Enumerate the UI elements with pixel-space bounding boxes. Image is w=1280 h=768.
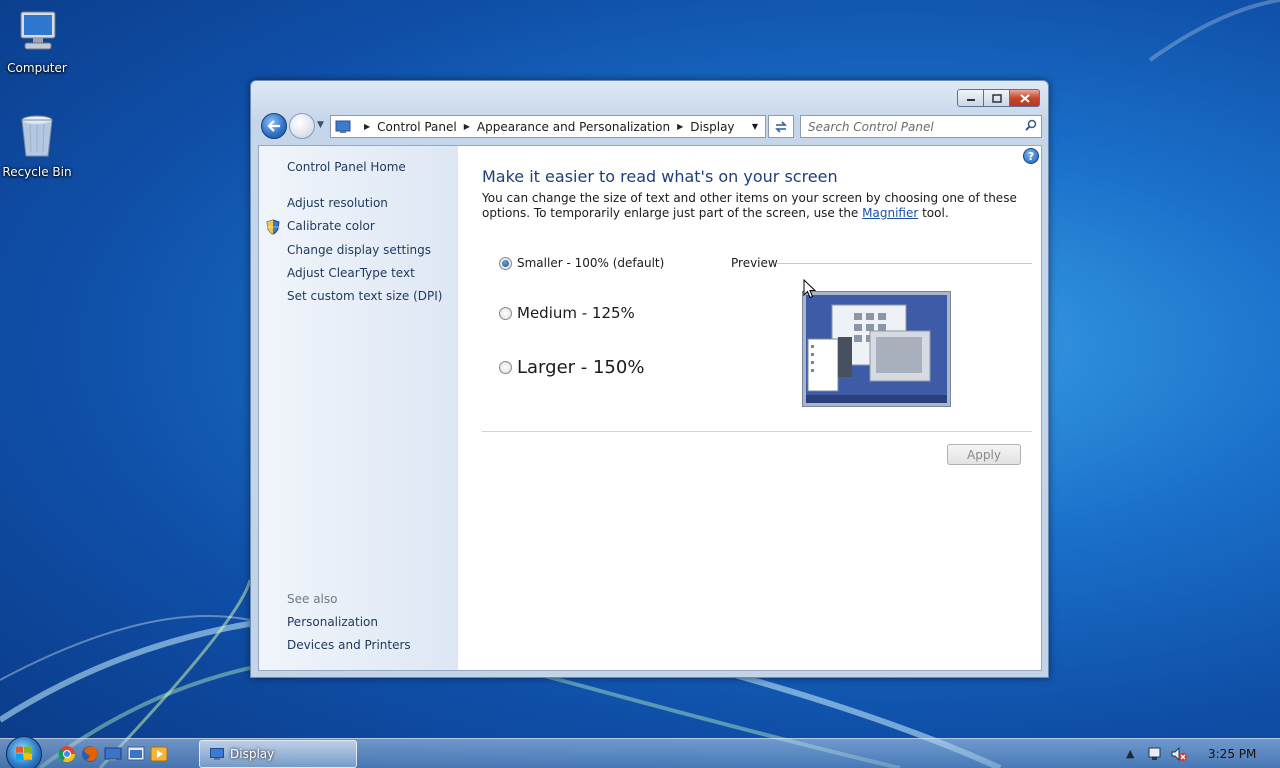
calibrate-color-link[interactable]: Calibrate color <box>287 219 375 233</box>
control-panel-icon <box>335 120 351 133</box>
mouse-cursor-icon <box>803 279 817 299</box>
page-description: You can change the size of text and othe… <box>482 191 1022 221</box>
network-icon[interactable] <box>127 745 145 763</box>
taskbar-button-display[interactable]: Display <box>199 740 357 768</box>
maximize-button[interactable] <box>984 89 1010 107</box>
close-icon <box>1019 93 1030 103</box>
devices-and-printers-link[interactable]: Devices and Printers <box>287 638 411 652</box>
explorer-icon[interactable] <box>104 745 122 763</box>
maximize-icon <box>991 93 1002 103</box>
windows-logo-icon <box>16 746 32 760</box>
computer-icon <box>20 11 56 50</box>
address-dropdown-icon[interactable]: ▼ <box>745 116 765 137</box>
magnifier-link[interactable]: Magnifier <box>862 206 918 220</box>
recycle-bin-icon <box>21 115 53 157</box>
breadcrumb-appearance[interactable]: Appearance and Personalization <box>477 120 670 134</box>
preview-image <box>802 291 951 407</box>
radio-smaller[interactable] <box>499 256 512 270</box>
search-box <box>800 115 1042 138</box>
desktop-icon-label: Recycle Bin <box>2 165 72 179</box>
caption-buttons <box>957 89 1040 107</box>
chrome-icon[interactable] <box>58 745 76 763</box>
media-player-icon[interactable] <box>150 745 168 763</box>
search-input[interactable] <box>801 119 1021 134</box>
recent-pages-dropdown[interactable]: ▼ <box>317 120 324 130</box>
description-text-end: tool. <box>918 206 949 220</box>
shield-icon <box>266 219 280 235</box>
adjust-resolution-link[interactable]: Adjust resolution <box>287 196 388 210</box>
breadcrumb-separator-icon[interactable]: ▶ <box>677 122 683 131</box>
breadcrumb-separator-icon[interactable]: ▶ <box>464 122 470 131</box>
refresh-icon <box>775 120 787 133</box>
search-icon[interactable] <box>1021 119 1041 134</box>
navigation-bar: ▼ ▶ Control Panel ▶ Appearance and Perso… <box>258 112 1042 140</box>
show-hidden-icons-button[interactable]: ▲ <box>1126 747 1134 760</box>
preview-divider <box>776 263 1032 264</box>
set-custom-text-size-link[interactable]: Set custom text size (DPI) <box>287 289 442 303</box>
breadcrumb-display[interactable]: Display <box>690 120 734 134</box>
help-icon[interactable]: ? <box>1023 148 1039 164</box>
see-also-heading: See also <box>287 592 338 606</box>
option-larger-label: Larger - 150% <box>517 357 645 378</box>
taskbar: Display ▲ 3:25 PM <box>0 736 1280 768</box>
radio-medium[interactable] <box>499 306 512 320</box>
display-icon <box>210 748 224 760</box>
firefox-icon[interactable] <box>81 745 99 763</box>
volume-muted-icon[interactable] <box>1170 746 1188 762</box>
back-button[interactable] <box>261 113 287 139</box>
control-panel-home-link[interactable]: Control Panel Home <box>287 160 406 174</box>
task-pane: Control Panel Home Adjust resolution Cal… <box>259 146 458 670</box>
main-pane: ? Make it easier to read what's on your … <box>458 146 1041 670</box>
minimize-button[interactable] <box>957 89 984 107</box>
action-center-icon[interactable] <box>1147 746 1163 762</box>
page-title: Make it easier to read what's on your sc… <box>482 167 838 186</box>
close-button[interactable] <box>1010 89 1040 107</box>
start-button[interactable] <box>6 736 42 768</box>
taskbar-button-label: Display <box>230 747 275 761</box>
change-display-settings-link[interactable]: Change display settings <box>287 243 431 257</box>
adjust-cleartype-link[interactable]: Adjust ClearType text <box>287 266 415 280</box>
radio-larger[interactable] <box>499 361 512 374</box>
apply-button[interactable]: Apply <box>947 444 1021 465</box>
breadcrumb-separator-icon[interactable]: ▶ <box>364 122 370 131</box>
preview-label: Preview <box>731 256 778 270</box>
option-smaller-label: Smaller - 100% (default) <box>517 256 665 270</box>
option-medium[interactable]: Medium - 125% <box>499 304 635 322</box>
clock[interactable]: 3:25 PM <box>1208 747 1256 761</box>
option-larger[interactable]: Larger - 150% <box>499 357 644 378</box>
content-area: Control Panel Home Adjust resolution Cal… <box>258 145 1042 671</box>
forward-button[interactable] <box>289 113 315 139</box>
address-bar[interactable]: ▶ Control Panel ▶ Appearance and Persona… <box>330 115 766 138</box>
personalization-link[interactable]: Personalization <box>287 615 378 629</box>
breadcrumb-control-panel[interactable]: Control Panel <box>377 120 457 134</box>
refresh-button[interactable] <box>768 115 794 138</box>
desktop-icon-recycle-bin[interactable]: Recycle Bin <box>0 112 74 179</box>
section-divider <box>482 431 1032 432</box>
option-medium-label: Medium - 125% <box>517 304 635 322</box>
option-smaller[interactable]: Smaller - 100% (default) <box>499 256 664 270</box>
desktop-icon-label: Computer <box>7 61 67 75</box>
minimize-icon <box>966 99 975 101</box>
desktop-icon-computer[interactable]: Computer <box>0 8 74 75</box>
display-window: ▼ ▶ Control Panel ▶ Appearance and Perso… <box>250 80 1049 678</box>
back-arrow-icon <box>267 120 280 132</box>
